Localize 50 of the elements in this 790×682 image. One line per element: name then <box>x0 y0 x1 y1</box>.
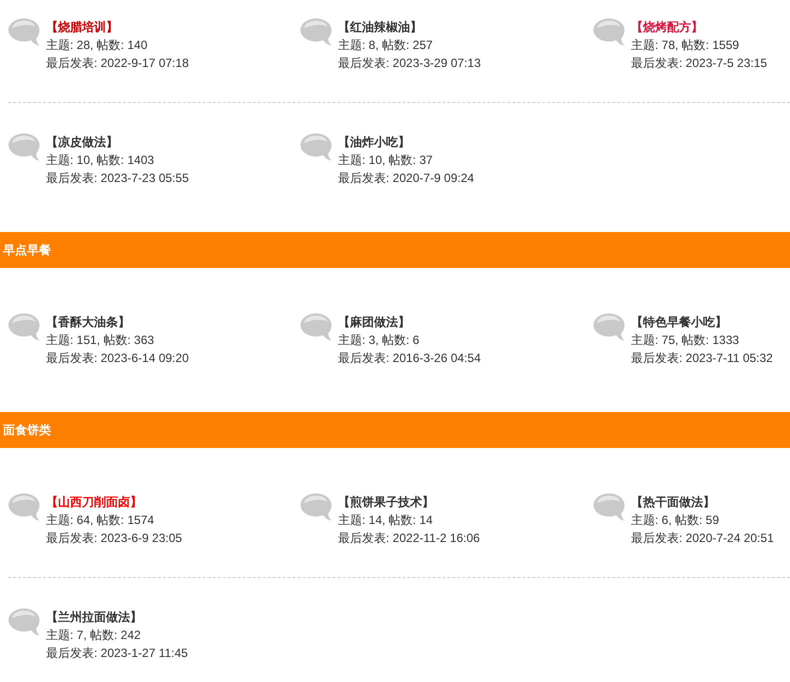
forum-title-link[interactable]: 【山西刀削面卤】 <box>46 493 182 511</box>
last-post-text: 最后发表: 2016-3-26 04:54 <box>338 350 481 367</box>
forum-title-link[interactable]: 【凉皮做法】 <box>46 133 189 151</box>
speech-bubble-icon <box>300 493 332 521</box>
speech-bubble-icon <box>593 493 625 521</box>
last-post-text: 最后发表: 2023-6-9 23:05 <box>46 530 182 547</box>
category-title: 面食饼类 <box>3 422 51 439</box>
forum-stats-text: 主题: 3, 帖数: 6 <box>338 332 420 349</box>
last-post-text: 最后发表: 2023-7-5 23:15 <box>631 55 768 72</box>
speech-bubble-icon <box>300 133 332 161</box>
forum-title-link[interactable]: 【油炸小吃】 <box>338 133 474 151</box>
forum-stats-text: 主题: 151, 帖数: 363 <box>46 332 156 349</box>
speech-bubble-icon <box>593 313 625 341</box>
forum-title-link[interactable]: 【香酥大油条】 <box>46 313 189 331</box>
speech-bubble-icon <box>300 18 332 46</box>
last-post-text: 最后发表: 2023-6-14 09:20 <box>46 350 189 367</box>
forum-stats-text: 主题: 28, 帖数: 140 <box>46 37 148 54</box>
category-title: 早点早餐 <box>3 242 51 259</box>
forum-stats-text: 主题: 10, 帖数: 1403 <box>46 152 156 169</box>
last-post-text: 最后发表: 2023-3-29 07:13 <box>338 55 481 72</box>
speech-bubble-icon <box>593 18 625 46</box>
forum-stats-text: 主题: 14, 帖数: 14 <box>338 512 434 529</box>
speech-bubble-icon <box>300 313 332 341</box>
forum-title-link[interactable]: 【烧烤配方】 <box>631 18 768 36</box>
forum-stats-text: 主题: 7, 帖数: 242 <box>46 627 142 644</box>
speech-bubble-icon <box>8 608 40 636</box>
last-post-text: 最后发表: 2023-7-23 05:55 <box>46 170 189 187</box>
forum-title-link[interactable]: 【兰州拉面做法】 <box>46 608 188 626</box>
forum-stats-text: 主题: 10, 帖数: 37 <box>338 152 434 169</box>
speech-bubble-icon <box>8 18 40 46</box>
last-post-text: 最后发表: 2023-1-27 11:45 <box>46 645 188 662</box>
forum-title-link[interactable]: 【热干面做法】 <box>631 493 774 511</box>
last-post-text: 最后发表: 2020-7-9 09:24 <box>338 170 474 187</box>
last-post-text: 最后发表: 2022-11-2 16:06 <box>338 530 480 547</box>
speech-bubble-icon <box>8 133 40 161</box>
forum-stats-text: 主题: 75, 帖数: 1333 <box>631 332 740 349</box>
forum-stats-text: 主题: 8, 帖数: 257 <box>338 37 434 54</box>
last-post-text: 最后发表: 2022-9-17 07:18 <box>46 55 189 72</box>
forum-title-link[interactable]: 【烧腊培训】 <box>46 18 189 36</box>
forum-title-link[interactable]: 【麻团做法】 <box>338 313 481 331</box>
last-post-text: 最后发表: 2020-7-24 20:51 <box>631 530 774 547</box>
speech-bubble-icon <box>8 313 40 341</box>
forum-title-link[interactable]: 【煎饼果子技术】 <box>338 493 480 511</box>
forum-title-link[interactable]: 【特色早餐小吃】 <box>631 313 773 331</box>
speech-bubble-icon <box>8 493 40 521</box>
forum-title-link[interactable]: 【红油辣椒油】 <box>338 18 481 36</box>
forum-stats-text: 主题: 64, 帖数: 1574 <box>46 512 156 529</box>
last-post-text: 最后发表: 2023-7-11 05:32 <box>631 350 773 367</box>
forum-stats-text: 主题: 78, 帖数: 1559 <box>631 37 740 54</box>
forum-stats-text: 主题: 6, 帖数: 59 <box>631 512 720 529</box>
